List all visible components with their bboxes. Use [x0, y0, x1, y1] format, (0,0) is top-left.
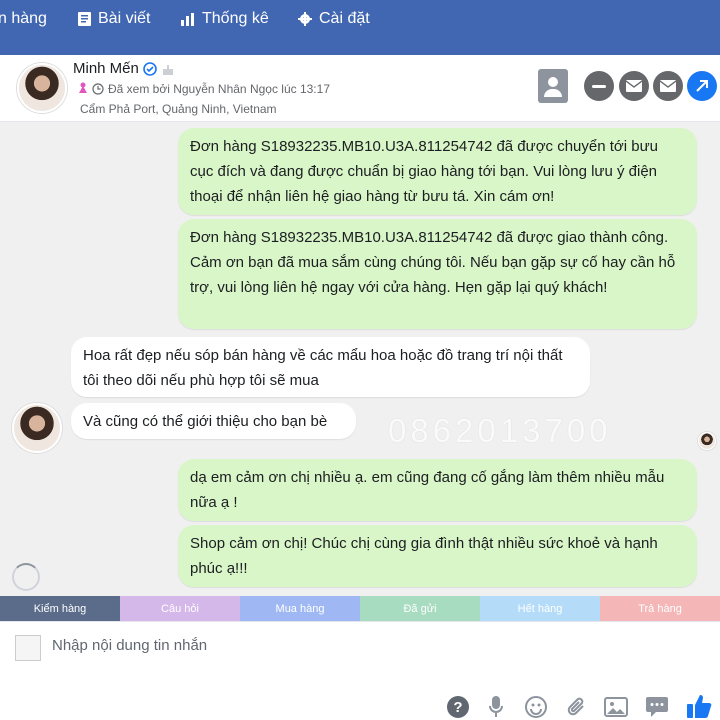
birthday-cake-icon [162, 64, 173, 75]
message-outgoing: dạ em cảm ơn chị nhiều ạ. em cũng đang c… [178, 459, 697, 521]
tag-purchase[interactable]: Mua hàng [240, 596, 360, 621]
like-icon[interactable] [685, 692, 713, 720]
clock-icon [92, 83, 104, 95]
open-external-button[interactable] [687, 71, 717, 101]
help-icon[interactable]: ? [446, 695, 470, 719]
mail-icon [626, 80, 642, 92]
contact-card-icon[interactable] [538, 69, 568, 103]
attachment-icon[interactable] [565, 695, 589, 719]
tag-sent[interactable]: Đã gửi [360, 596, 480, 621]
nav-item-label: n hàng [0, 10, 47, 27]
tag-return[interactable]: Trả hàng [600, 596, 720, 621]
mail-icon [660, 80, 676, 92]
tag-question[interactable]: Câu hỏi [120, 596, 240, 621]
minus-icon [592, 84, 606, 88]
loading-spinner-icon [12, 563, 40, 591]
article-icon [78, 12, 91, 26]
message-composer: Nhập nội dung tin nhắn ? [0, 621, 720, 720]
tag-out-of-stock[interactable]: Hết hàng [480, 596, 600, 621]
nav-item-label: Thống kê [202, 10, 269, 27]
message-incoming: Hoa rất đẹp nếu sóp bán hàng về các mẩu … [71, 337, 590, 397]
share-icon [696, 80, 708, 92]
quick-reply-icon[interactable] [645, 695, 669, 719]
seen-avatar [698, 432, 716, 450]
chart-icon [181, 12, 194, 26]
seen-text: Đã xem bởi Nguyễn Nhân Ngọc lúc 13:17 [108, 82, 330, 96]
emoji-icon[interactable] [524, 695, 548, 719]
message-outgoing: Đơn hàng S18932235.MB10.U3A.811254742 đã… [178, 128, 697, 215]
minus-button[interactable] [584, 71, 614, 101]
message-input[interactable]: Nhập nội dung tin nhắn [52, 637, 207, 654]
label-tags: Kiểm hàng Câu hỏi Mua hàng Đã gửi Hết hà… [0, 596, 720, 621]
conversation-header: Minh Mến Đã xem bởi Nguyễn Nhân Ngọc lúc… [0, 55, 720, 122]
top-navigation: n hàng Bài viết Thống kê Cài đặt [0, 0, 720, 55]
location-text: Cẩm Phả Port, Quảng Ninh, Vietnam [80, 102, 277, 116]
nav-item-label: Cài đặt [319, 10, 370, 27]
message-incoming: Và cũng có thể giới thiệu cho bạn bè [71, 403, 356, 439]
phone-watermark: 0862013700 [388, 412, 612, 449]
mail-button[interactable] [619, 71, 649, 101]
avatar [12, 403, 62, 453]
nav-item-posts[interactable]: Bài viết [78, 10, 150, 28]
nav-item-statistics[interactable]: Thống kê [181, 10, 269, 28]
seen-status: Đã xem bởi Nguyễn Nhân Ngọc lúc 13:17 [78, 82, 330, 96]
contact-name-row: Minh Mến [73, 60, 175, 77]
verified-link-icon [143, 61, 157, 76]
message-outgoing: Shop cảm ơn chị! Chúc chị cùng gia đình … [178, 525, 697, 587]
chat-messages: Đơn hàng S18932235.MB10.U3A.811254742 đã… [0, 122, 720, 596]
nav-item-settings[interactable]: Cài đặt [298, 10, 370, 28]
nav-item-label: Bài viết [98, 10, 151, 27]
nav-item-orders[interactable]: n hàng [0, 10, 47, 28]
gear-icon [298, 12, 312, 26]
page-logo [15, 635, 41, 661]
send-mail-button[interactable] [653, 71, 683, 101]
avatar[interactable] [17, 63, 67, 113]
female-icon [79, 82, 87, 93]
tag-check-order[interactable]: Kiểm hàng [0, 596, 120, 621]
microphone-icon[interactable] [484, 695, 508, 719]
contact-name[interactable]: Minh Mến [73, 60, 139, 77]
message-outgoing: Đơn hàng S18932235.MB10.U3A.811254742 đã… [178, 219, 697, 329]
image-icon[interactable] [604, 695, 628, 719]
